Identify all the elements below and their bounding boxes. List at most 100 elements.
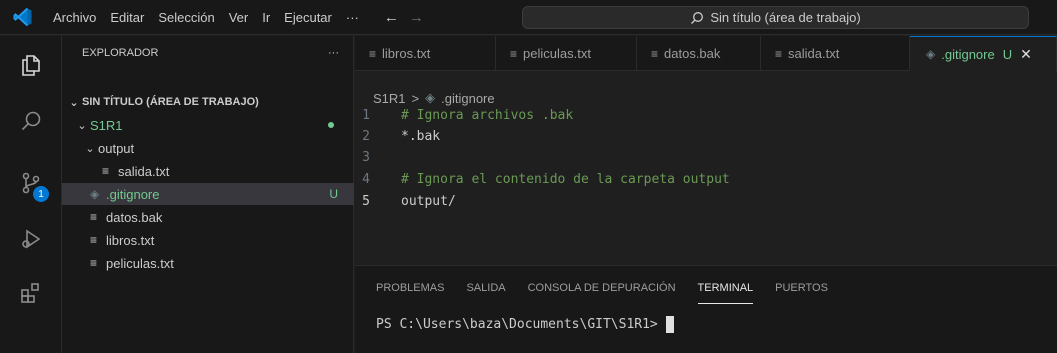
menu-ejecutar[interactable]: Ejecutar	[277, 0, 339, 35]
more-actions-icon[interactable]: ···	[328, 47, 339, 59]
source-control-icon[interactable]: 1	[0, 160, 62, 206]
tab-problemas[interactable]: PROBLEMAS	[376, 280, 444, 304]
terminal[interactable]: PS C:\Users\baza\Documents\GIT\S1R1>	[376, 316, 674, 333]
workspace-title: Sin título (área de trabajo)	[710, 10, 861, 25]
tab-libros[interactable]: ≡ libros.txt	[355, 36, 496, 71]
tab-label: .gitignore	[941, 46, 995, 62]
line-text: output/	[401, 194, 456, 209]
code-line: 4 # Ignora el contenido de la carpeta ou…	[355, 169, 730, 190]
search-icon	[691, 11, 704, 24]
text-file-icon: ≡	[369, 46, 377, 61]
panel-tabs: PROBLEMAS SALIDA CONSOLA DE DEPURACIÓN T…	[355, 280, 828, 304]
text-file-icon: ≡	[90, 256, 98, 270]
tree-file[interactable]: ≡ datos.bak	[62, 206, 354, 228]
terminal-prompt: PS C:\Users\baza\Documents\GIT\S1R1>	[376, 317, 658, 332]
code-line: 3	[355, 147, 401, 168]
tab-puertos[interactable]: PUERTOS	[775, 280, 828, 304]
subfolder-label: output	[98, 140, 135, 156]
command-center-search[interactable]: Sin título (área de trabajo)	[522, 6, 1029, 29]
editor-tabs: ≡ libros.txt ≡ peliculas.txt ≡ datos.bak…	[355, 36, 1057, 71]
chevron-down-icon: ⌄	[85, 142, 95, 155]
text-file-icon: ≡	[90, 233, 98, 247]
tree-file[interactable]: ≡ libros.txt	[62, 229, 354, 251]
menu-bar: Archivo Editar Selección Ver Ir Ejecutar…	[46, 0, 366, 35]
file-label: salida.txt	[118, 163, 170, 179]
untracked-status-badge: U	[1002, 46, 1013, 62]
line-number: 5	[362, 194, 370, 209]
line-text: # Ignora archivos .bak	[401, 108, 574, 123]
file-label: .gitignore	[106, 186, 160, 202]
menu-editar[interactable]: Editar	[103, 0, 151, 35]
explorer-sidebar: EXPLORADOR ··· ⌄ SIN TÍTULO (ÁREA DE TRA…	[62, 36, 354, 353]
line-number: 2	[362, 129, 370, 144]
gitignore-file-icon: ◈	[926, 47, 936, 61]
terminal-cursor	[665, 316, 674, 333]
tab-terminal[interactable]: TERMINAL	[697, 280, 754, 304]
chevron-down-icon: ⌄	[77, 119, 87, 132]
menu-seleccion[interactable]: Selección	[151, 0, 221, 35]
line-number: 4	[362, 172, 370, 187]
menu-more[interactable]: ···	[339, 0, 366, 35]
code-line: 2 *.bak	[355, 126, 440, 147]
workspace-section[interactable]: ⌄ SIN TÍTULO (ÁREA DE TRABAJO)	[62, 91, 354, 113]
file-label: libros.txt	[106, 232, 155, 248]
text-file-icon: ≡	[775, 46, 783, 61]
title-bar: Archivo Editar Selección Ver Ir Ejecutar…	[0, 0, 1057, 35]
forward-arrow-icon[interactable]: →	[409, 9, 424, 26]
explorer-header: EXPLORADOR ···	[62, 36, 353, 70]
breadcrumb-separator: >	[411, 90, 420, 106]
code-editor[interactable]: 1 # Ignora archivos .bak 2 *.bak 3 4 # I…	[355, 107, 1057, 265]
bottom-panel: PROBLEMAS SALIDA CONSOLA DE DEPURACIÓN T…	[355, 265, 1057, 353]
tab-consola-depuracion[interactable]: CONSOLA DE DEPURACIÓN	[528, 280, 676, 304]
text-file-icon: ≡	[102, 164, 110, 178]
source-control-badge: 1	[33, 186, 49, 202]
code-line: 5 output/	[355, 191, 456, 212]
folder-s1r1[interactable]: ⌄ S1R1	[62, 114, 354, 136]
text-file-icon: ≡	[90, 210, 98, 224]
vscode-logo-icon	[0, 0, 46, 35]
workspace-label: SIN TÍTULO (ÁREA DE TRABAJO)	[82, 96, 259, 108]
tab-salida[interactable]: ≡ salida.txt	[761, 36, 910, 71]
modified-dot-icon	[328, 122, 334, 128]
tab-gitignore[interactable]: ◈ .gitignore U ✕	[910, 36, 1057, 71]
explorer-icon[interactable]	[0, 42, 62, 88]
extensions-icon[interactable]	[0, 270, 62, 316]
menu-ver[interactable]: Ver	[222, 0, 256, 35]
untracked-status-badge: U	[329, 187, 338, 201]
run-debug-icon[interactable]	[0, 216, 62, 262]
breadcrumb: S1R1 > ◈ .gitignore	[355, 89, 495, 107]
tab-label: datos.bak	[664, 46, 721, 61]
breadcrumb-folder[interactable]: S1R1	[373, 91, 406, 106]
line-text: # Ignora el contenido de la carpeta outp…	[401, 172, 730, 187]
tab-label: salida.txt	[788, 46, 840, 61]
navigation-arrows: ← →	[384, 9, 424, 26]
code-line: 1 # Ignora archivos .bak	[355, 107, 573, 126]
tab-label: peliculas.txt	[523, 46, 591, 61]
line-text: *.bak	[401, 129, 441, 144]
activity-bar: 1	[0, 36, 62, 353]
text-file-icon: ≡	[510, 46, 518, 61]
gitignore-file-icon: ◈	[90, 187, 100, 201]
tab-datos[interactable]: ≡ datos.bak	[637, 36, 761, 71]
tree-file[interactable]: ≡ salida.txt	[62, 160, 354, 182]
line-number: 3	[362, 150, 370, 165]
tree-file[interactable]: ◈ .gitignore U	[62, 183, 354, 205]
tab-peliculas[interactable]: ≡ peliculas.txt	[496, 36, 637, 71]
folder-label: S1R1	[90, 117, 123, 133]
tab-label: libros.txt	[382, 46, 431, 61]
back-arrow-icon[interactable]: ←	[384, 9, 399, 26]
tab-salida-panel[interactable]: SALIDA	[466, 280, 505, 304]
line-number: 1	[362, 108, 370, 123]
text-file-icon: ≡	[651, 46, 659, 61]
file-label: datos.bak	[106, 209, 163, 225]
search-icon[interactable]	[0, 98, 62, 144]
tree-file[interactable]: ≡ peliculas.txt	[62, 252, 354, 274]
menu-archivo[interactable]: Archivo	[46, 0, 103, 35]
close-icon[interactable]: ✕	[1020, 46, 1032, 63]
chevron-down-icon: ⌄	[69, 96, 79, 109]
folder-output[interactable]: ⌄ output	[62, 137, 354, 159]
breadcrumb-file[interactable]: .gitignore	[441, 91, 494, 106]
file-label: peliculas.txt	[106, 255, 174, 271]
gitignore-file-icon: ◈	[425, 90, 436, 105]
menu-ir[interactable]: Ir	[255, 0, 277, 35]
